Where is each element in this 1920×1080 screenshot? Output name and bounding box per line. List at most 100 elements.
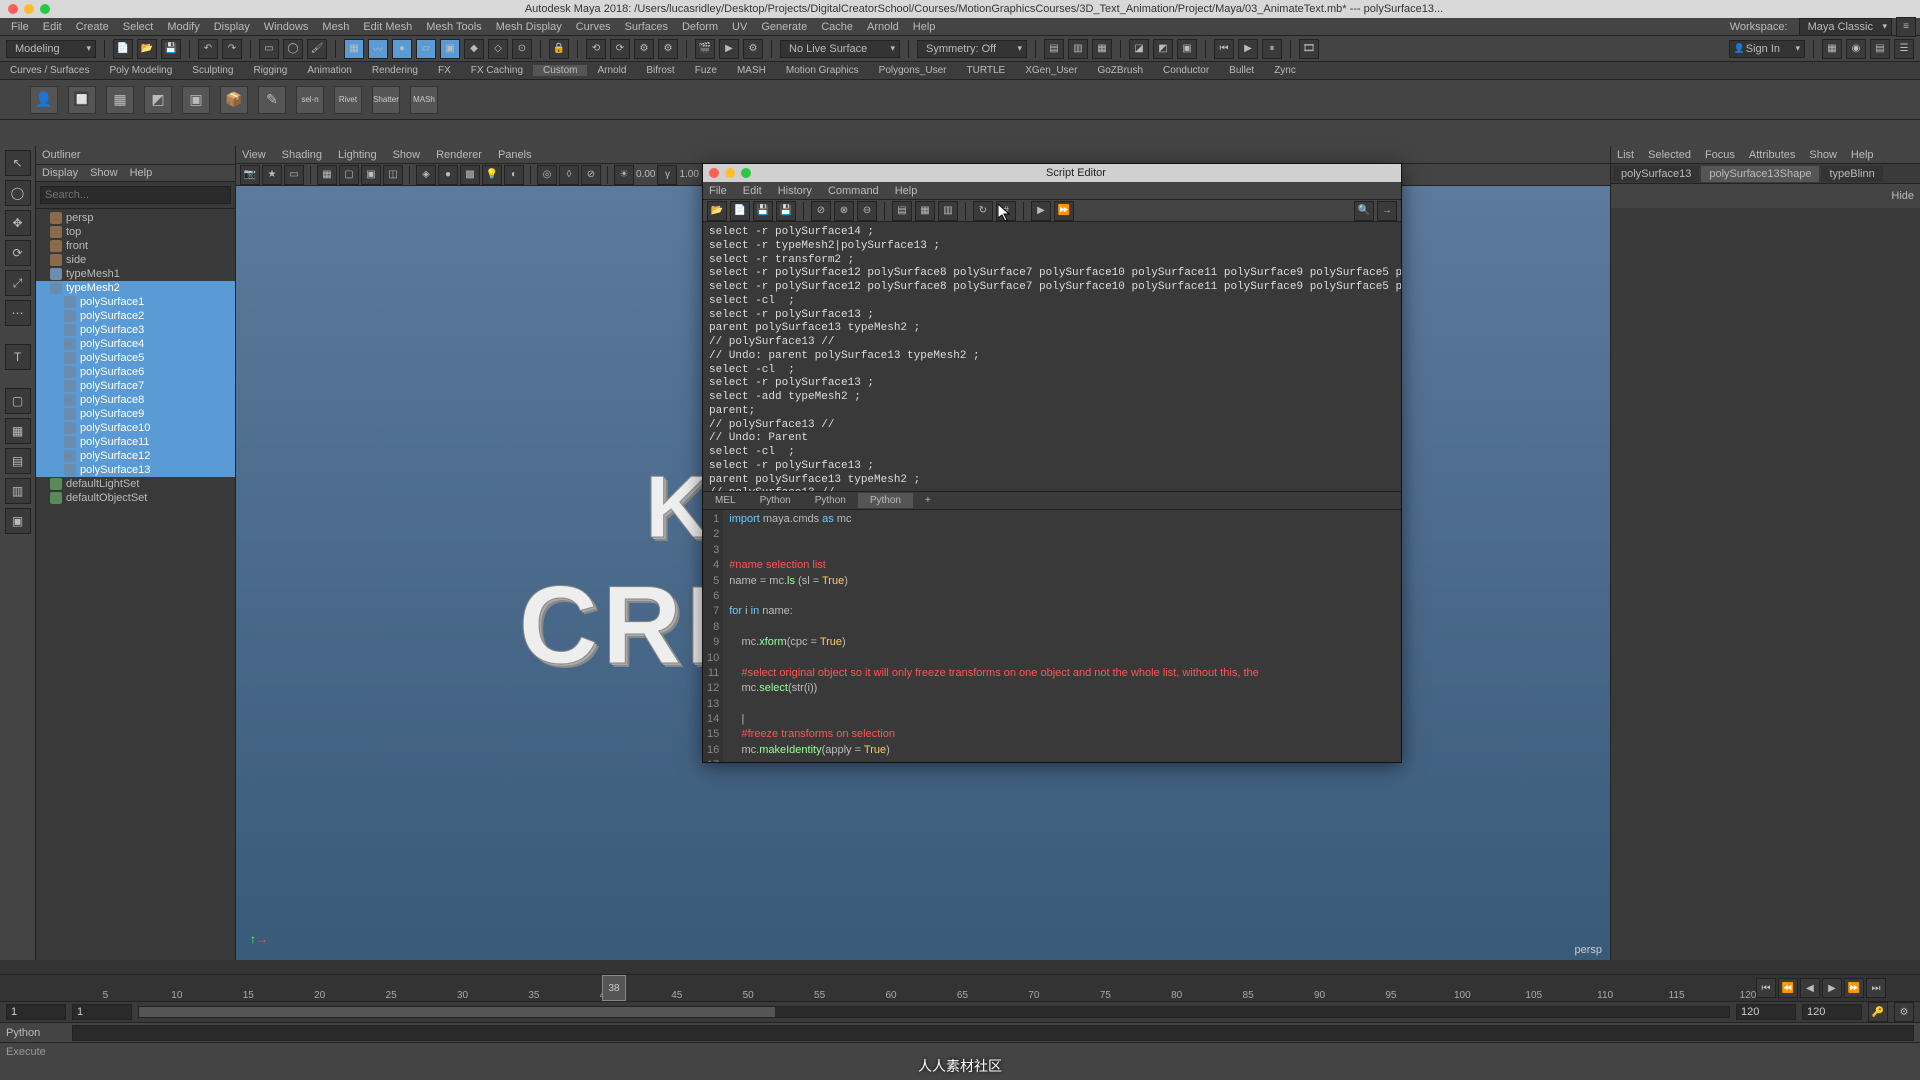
menu-item[interactable]: Edit Mesh xyxy=(356,21,419,33)
script-history-output[interactable]: select -r polySurface14 ; select -r type… xyxy=(703,222,1401,492)
vp-res-gate-icon[interactable]: ▣ xyxy=(361,165,381,185)
layout-three-icon[interactable]: ▥ xyxy=(5,478,31,504)
mac-minimize-icon[interactable] xyxy=(24,4,34,14)
vp-select-cam-icon[interactable]: 📷 xyxy=(240,165,260,185)
code-line[interactable]: #name selection list xyxy=(729,558,1395,573)
code-line[interactable]: name = mc.ls (sl = True) xyxy=(729,574,1395,589)
menu-item[interactable]: Edit xyxy=(36,21,69,33)
symmetry-dropdown[interactable]: Symmetry: Off xyxy=(917,40,1027,58)
menu-item[interactable]: Cache xyxy=(814,21,860,33)
mac-zoom-icon[interactable] xyxy=(40,4,50,14)
vp-isolate-icon[interactable]: ◎ xyxy=(537,165,557,185)
workspace-dropdown[interactable]: Maya Classic xyxy=(1799,18,1892,36)
outliner-tree[interactable]: persptopfrontsidetypeMesh1typeMesh2polyS… xyxy=(36,209,235,960)
layout-two-icon[interactable]: ▤ xyxy=(5,448,31,474)
ae-menu-item[interactable]: Attributes xyxy=(1749,149,1795,161)
se-clear-all-icon[interactable]: ⊖ xyxy=(857,201,877,221)
undo-icon[interactable]: ↶ xyxy=(198,39,218,59)
ae-hide-button[interactable]: Hide xyxy=(1891,190,1914,202)
se-save-all-icon[interactable]: 💾 xyxy=(776,201,796,221)
se-line-numbers-icon[interactable]: # xyxy=(996,201,1016,221)
go-end-icon[interactable]: ⏭ xyxy=(1866,978,1886,998)
viewport-menu-item[interactable]: Panels xyxy=(498,149,532,161)
shelf-tab[interactable]: Bifrost xyxy=(636,65,684,76)
outliner-item[interactable]: polySurface12 xyxy=(36,449,235,463)
viewport-menu-item[interactable]: Renderer xyxy=(436,149,482,161)
layout-four-icon[interactable]: ▦ xyxy=(5,418,31,444)
menu-item[interactable]: Help xyxy=(906,21,943,33)
outliner-menu-item[interactable]: Show xyxy=(90,167,118,179)
shelf-tab[interactable]: Fuze xyxy=(685,65,727,76)
text-tool-icon[interactable]: T xyxy=(5,344,31,370)
script-input-area[interactable]: 1 2 3 4 5 6 7 8 9 10 11 12 13 14 15 16 1… xyxy=(703,510,1401,762)
outliner-item[interactable]: polySurface9 xyxy=(36,407,235,421)
play-forward-icon[interactable]: ▶ xyxy=(1822,978,1842,998)
playback-back-icon[interactable]: ⏮ xyxy=(1214,39,1234,59)
command-line-input[interactable] xyxy=(72,1025,1914,1041)
anim-end-input[interactable] xyxy=(1802,1004,1862,1020)
vp-textured-icon[interactable]: ▩ xyxy=(460,165,480,185)
outliner-item[interactable]: defaultLightSet xyxy=(36,477,235,491)
shelf-tab[interactable]: Animation xyxy=(297,65,361,76)
snap-toggle-icon[interactable]: ◇ xyxy=(488,39,508,59)
panel-layout-icon[interactable]: ▤ xyxy=(1044,39,1064,59)
code-line[interactable]: | xyxy=(729,712,1395,727)
outliner-item[interactable]: persp xyxy=(36,211,235,225)
panel-layout3-icon[interactable]: ▦ xyxy=(1092,39,1112,59)
shelf-tab[interactable]: FX xyxy=(428,65,461,76)
shelf-button[interactable]: ✎ xyxy=(258,86,286,114)
outliner-item[interactable]: polySurface1 xyxy=(36,295,235,309)
se-show-input-icon[interactable]: ▥ xyxy=(938,201,958,221)
command-line-language[interactable]: Python xyxy=(6,1027,66,1039)
code-line[interactable] xyxy=(729,589,1395,604)
auto-key-icon[interactable]: 🔑 xyxy=(1868,1002,1888,1022)
shelf-tab[interactable]: Polygons_User xyxy=(869,65,957,76)
shelf-tab[interactable]: Arnold xyxy=(587,65,636,76)
open-scene-icon[interactable]: 📂 xyxy=(137,39,157,59)
shelf-button[interactable]: sel-n xyxy=(296,86,324,114)
shelf-tab[interactable]: Zync xyxy=(1264,65,1306,76)
vp-xray-icon[interactable]: ◊ xyxy=(559,165,579,185)
vp-gate-mask-icon[interactable]: ◫ xyxy=(383,165,403,185)
se-menu-item[interactable]: Help xyxy=(895,185,918,197)
se-search-icon[interactable]: 🔍 xyxy=(1354,201,1374,221)
step-forward-icon[interactable]: ⏩ xyxy=(1844,978,1864,998)
ae-menu-item[interactable]: Selected xyxy=(1648,149,1691,161)
shelf-button[interactable]: Shatter xyxy=(372,86,400,114)
playback-play-icon[interactable]: ▶ xyxy=(1238,39,1258,59)
se-close-icon[interactable] xyxy=(709,168,719,178)
live-surface-dropdown[interactable]: No Live Surface xyxy=(780,40,900,58)
se-show-history-icon[interactable]: ▤ xyxy=(892,201,912,221)
outliner-item[interactable]: side xyxy=(36,253,235,267)
viewport-menu-item[interactable]: Shading xyxy=(282,149,322,161)
se-show-both-icon[interactable]: ▦ xyxy=(915,201,935,221)
outliner-menu-item[interactable]: Display xyxy=(42,167,78,179)
vp-gamma-icon[interactable]: γ xyxy=(657,165,677,185)
se-goto-icon[interactable]: → xyxy=(1377,201,1397,221)
ae-menu-item[interactable]: Focus xyxy=(1705,149,1735,161)
shelf-tab[interactable]: Conductor xyxy=(1153,65,1219,76)
toggle-ae-icon[interactable]: ◪ xyxy=(1129,39,1149,59)
toggle-tool-icon[interactable]: ◩ xyxy=(1153,39,1173,59)
move-tool-icon[interactable]: ✥ xyxy=(5,210,31,236)
lasso-select-icon[interactable]: ◯ xyxy=(283,39,303,59)
last-tool-icon[interactable]: ⋯ xyxy=(5,300,31,326)
shelf-button[interactable]: ▦ xyxy=(106,86,134,114)
se-source-icon[interactable]: 📄 xyxy=(730,201,750,221)
vp-film-gate-icon[interactable]: ▢ xyxy=(339,165,359,185)
vp-shadows-icon[interactable]: ◐ xyxy=(504,165,524,185)
ipr-icon[interactable]: ▶ xyxy=(719,39,739,59)
outliner-item[interactable]: typeMesh2 xyxy=(36,281,235,295)
snap-grid-icon[interactable]: ▦ xyxy=(344,39,364,59)
menu-item[interactable]: Mesh Display xyxy=(489,21,569,33)
outliner-menu-item[interactable]: Help xyxy=(130,167,153,179)
workspace-options-icon[interactable]: ≡ xyxy=(1896,17,1916,37)
outliner-item[interactable]: polySurface8 xyxy=(36,393,235,407)
time-slider[interactable]: 5101520253035404550556065707580859095100… xyxy=(0,974,1920,1002)
outliner-item[interactable]: polySurface4 xyxy=(36,337,235,351)
snap-live-icon[interactable]: ◆ xyxy=(464,39,484,59)
outliner-item[interactable]: top xyxy=(36,225,235,239)
shelf-button[interactable]: 👤 xyxy=(30,86,58,114)
vp-image-plane-icon[interactable]: ▭ xyxy=(284,165,304,185)
outliner-item[interactable]: polySurface3 xyxy=(36,323,235,337)
